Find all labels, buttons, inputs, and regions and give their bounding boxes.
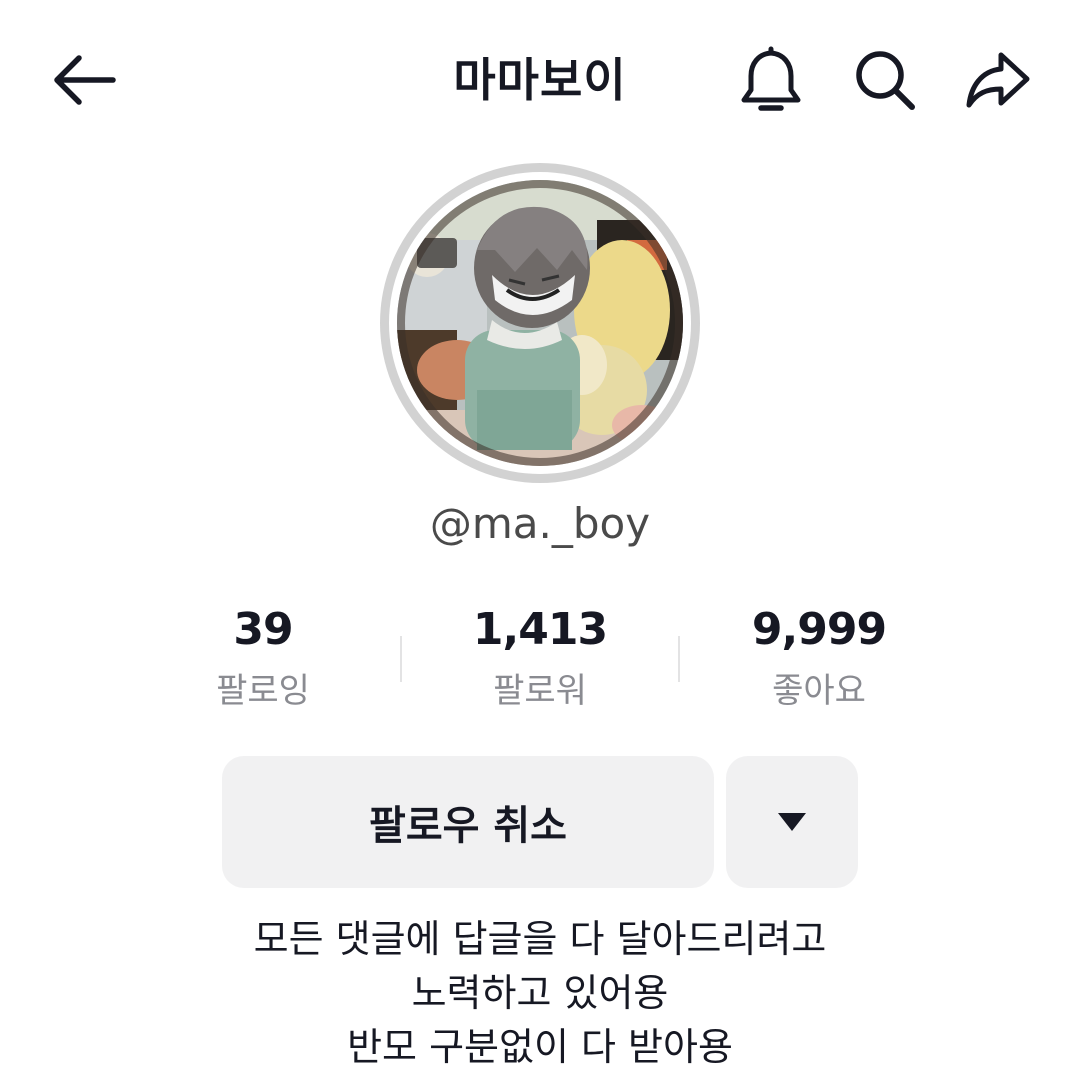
page-title: 마마보이 — [453, 53, 627, 107]
search-button[interactable] — [845, 40, 925, 120]
followers-count: 1,413 — [472, 604, 608, 655]
stat-followers[interactable]: 1,413 팔로워 — [420, 600, 660, 716]
stat-likes[interactable]: 9,999 좋아요 — [699, 600, 939, 716]
back-button[interactable] — [44, 40, 124, 120]
notification-button[interactable] — [731, 40, 811, 120]
bell-icon — [741, 46, 801, 111]
top-bar: 마마보이 — [0, 0, 1080, 160]
more-options-button[interactable] — [726, 756, 858, 888]
search-icon — [856, 51, 915, 110]
bio-line: 모든 댓글에 답글을 다 달아드리려고 — [253, 917, 827, 961]
bio-line: 반모 구분없이 다 받아용 — [347, 1025, 733, 1069]
bio: 모든 댓글에 답글을 다 달아드리려고 노력하고 있어용 반모 구분없이 다 받… — [140, 912, 940, 1074]
likes-label: 좋아요 — [772, 671, 866, 711]
unfollow-button[interactable]: 팔로우 취소 — [222, 756, 714, 888]
likes-count: 9,999 — [751, 604, 887, 655]
following-count: 39 — [233, 604, 293, 655]
bio-line: 노력하고 있어용 — [411, 971, 669, 1015]
following-label: 팔로잉 — [216, 671, 310, 711]
share-icon — [966, 52, 1030, 108]
profile-photo — [397, 180, 683, 466]
caret-down-icon — [778, 813, 806, 831]
followers-label: 팔로워 — [493, 671, 587, 711]
username: @ma._boy — [429, 499, 651, 548]
stat-following[interactable]: 39 팔로잉 — [143, 600, 383, 716]
stat-divider — [400, 636, 402, 682]
share-button[interactable] — [958, 40, 1038, 120]
stat-divider — [678, 636, 680, 682]
avatar[interactable] — [397, 180, 683, 466]
avatar-ring — [380, 163, 700, 483]
back-arrow-icon — [54, 55, 116, 105]
